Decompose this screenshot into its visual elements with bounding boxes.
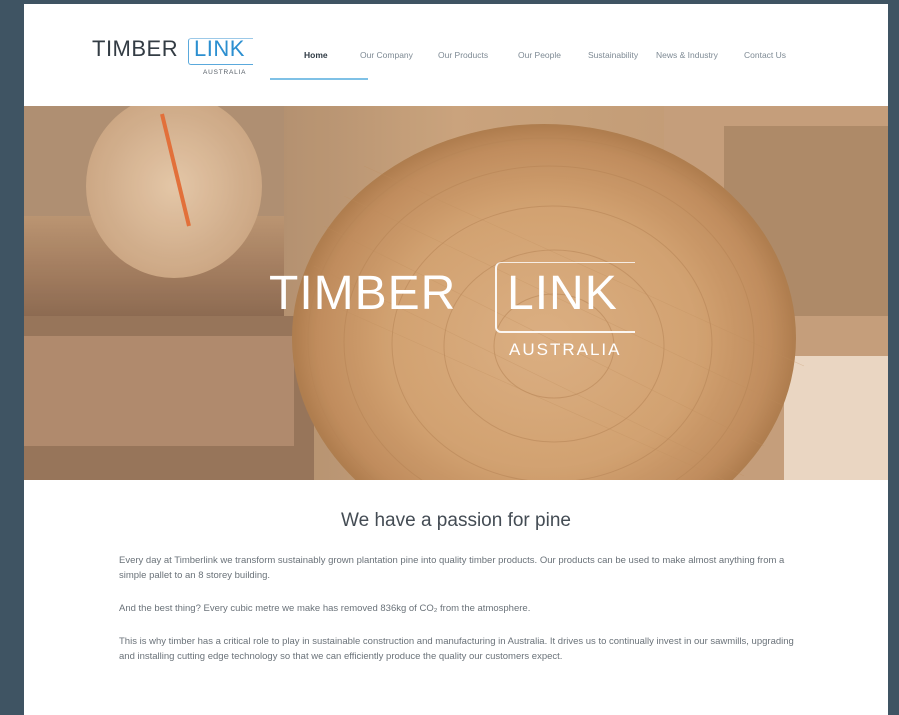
hero-logo-timber: TIMBER [269,267,457,320]
browser-page: TIMBER LINK AUSTRALIA Home Our Company O… [24,4,888,715]
nav-item-contact-us[interactable]: Contact Us [744,50,786,60]
hero-banner: TIMBER LINK AUSTRALIA [24,106,888,480]
nav-active-underline [270,78,368,80]
main-nav: Home Our Company Our Products Our People… [296,50,856,80]
hero-logo-link: LINK [507,267,618,320]
logo-text-timber: TIMBER [92,36,179,61]
hero-logo: TIMBER LINK AUSTRALIA [269,262,649,376]
nav-item-sustainability[interactable]: Sustainability [588,50,638,60]
logo-text-link: LINK [194,36,245,61]
nav-item-our-people[interactable]: Our People [518,50,561,60]
nav-item-home[interactable]: Home [304,50,328,60]
hero-logo-country: AUSTRALIA [509,340,622,359]
nav-item-our-company[interactable]: Our Company [360,50,413,60]
intro-section: We have a passion for pine Every day at … [24,480,888,715]
site-header: TIMBER LINK AUSTRALIA Home Our Company O… [24,4,888,106]
logo-text-country: AUSTRALIA [203,69,247,76]
intro-paragraph-3: This is why timber has a critical role t… [119,636,794,662]
intro-paragraph-2: And the best thing? Every cubic metre we… [119,603,531,614]
nav-item-news-industry[interactable]: News & Industry [656,50,718,60]
section-heading: We have a passion for pine [341,510,571,531]
intro-paragraph-1: Every day at Timberlink we transform sus… [119,555,785,581]
nav-item-our-products[interactable]: Our Products [438,50,488,60]
site-logo[interactable]: TIMBER LINK AUSTRALIA [92,36,257,84]
